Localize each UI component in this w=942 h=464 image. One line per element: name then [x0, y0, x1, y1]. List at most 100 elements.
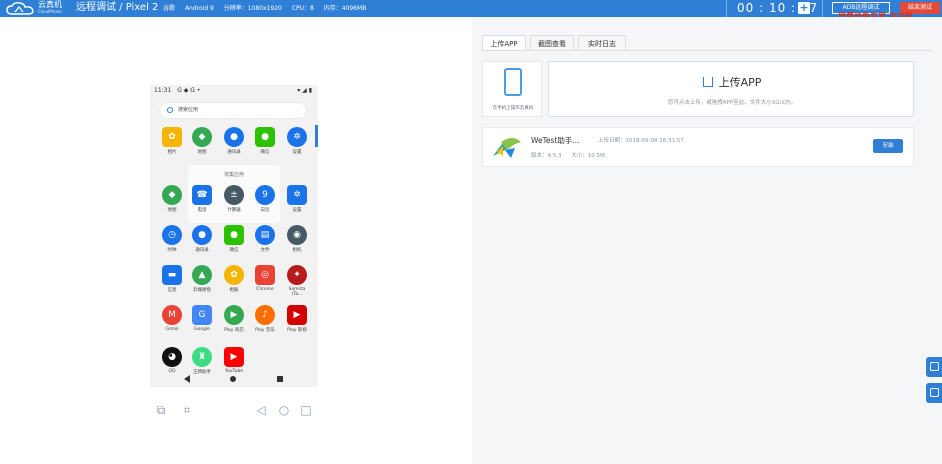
play-store-icon: ▶	[224, 305, 244, 325]
extend-time-button[interactable]: +	[798, 2, 810, 14]
app-messages[interactable]: ▬ 信息	[158, 265, 186, 293]
app-name: WeTest助手...	[531, 136, 580, 145]
folder-title: 将集应用	[223, 172, 244, 178]
app-play-store[interactable]: ▶ Play 商店	[220, 305, 248, 333]
spec-resolution: 分辨率：1080x1920	[223, 5, 282, 12]
app-label: Samsta (Ta...	[288, 287, 306, 297]
brand-subtitle: CloudPhone	[38, 9, 62, 14]
tab-live-log[interactable]: 实时日志	[578, 35, 626, 51]
app-wechat[interactable]: ● 微信	[251, 127, 279, 155]
app-size: 大小：10.5M	[571, 153, 605, 159]
app-settings[interactable]: ✲ 设置	[283, 185, 311, 213]
wechat-icon: ●	[255, 127, 275, 147]
phone-screen[interactable]: 11:31 G ◆ G • ▾ ◢ ▮ 搜索应用 将集应用 ✿ 相片 ◆ 地图 ● 通讯录…	[150, 85, 318, 387]
app-phone[interactable]: ☎ 电话	[188, 185, 216, 213]
app-label: Play 影视	[287, 328, 307, 333]
back-icon[interactable]	[184, 375, 190, 383]
app-label: 微信	[229, 248, 239, 253]
upload-dropzone[interactable]: 上传APP 您可点击上传，或拖拽APP至此。文件大小3G以内。	[548, 61, 914, 117]
edit-icon[interactable]	[926, 383, 942, 403]
recents-icon[interactable]	[277, 376, 283, 382]
app-photos[interactable]: ✿ 相片	[158, 127, 186, 155]
app-calculator[interactable]: ± 计算器	[220, 185, 248, 213]
app-label: 通讯录	[227, 150, 241, 155]
back-icon[interactable]: ◁	[254, 403, 268, 417]
upload-title: 上传APP	[549, 74, 915, 90]
tab-divider	[482, 50, 932, 51]
phone-hand-icon	[504, 68, 522, 96]
app-maps[interactable]: ◆ 地图	[158, 185, 186, 213]
install-button[interactable]: 安装	[873, 139, 903, 153]
app-maps[interactable]: ◆ 地图	[188, 127, 216, 155]
side-panel: 上传APP 截图查看 实时日志 在手机上操作云真机 上传APP 您可点击上传，或…	[472, 17, 942, 464]
app-label: Gmail	[165, 327, 179, 332]
calendar-icon: 9	[255, 185, 275, 205]
app-clock[interactable]: ◷ 时钟	[158, 225, 186, 253]
app-chrome[interactable]: ◎ Chrome	[251, 265, 279, 292]
chat-icon[interactable]	[926, 357, 942, 377]
status-time: 11:31	[154, 87, 172, 94]
tab-screenshots[interactable]: 截图查看	[530, 35, 574, 51]
app-photos[interactable]: ✿ 相册	[220, 265, 248, 293]
tab-upload-app[interactable]: 上传APP	[482, 35, 526, 51]
home-icon[interactable]: ○	[277, 403, 291, 417]
home-icon[interactable]	[230, 376, 236, 382]
app-label: 设置	[292, 208, 302, 213]
samsta-icon: ✦	[287, 265, 307, 285]
brand: 云真机 CloudPhone	[38, 0, 62, 14]
screen-record-icon[interactable]: ⌗	[180, 403, 194, 417]
app-label: 计算器	[227, 208, 241, 213]
camera-icon: ◉	[287, 225, 307, 245]
youtube-icon: ▶	[224, 347, 244, 367]
drive-icon: ▲	[192, 265, 212, 285]
app-logo-icon	[493, 138, 521, 158]
app-label: 通讯录	[195, 248, 209, 253]
phone-nav-bar	[150, 370, 318, 387]
app-play-music[interactable]: ♪ Play 音乐	[251, 305, 279, 333]
app-play-movies[interactable]: ▶ Play 影视	[283, 305, 311, 333]
app-gmail[interactable]: M Gmail	[158, 305, 186, 332]
screenshot-icon[interactable]: ⧉	[154, 403, 168, 417]
app-wechat[interactable]: ● 微信	[220, 225, 248, 253]
app-contacts[interactable]: ● 通讯录	[220, 127, 248, 155]
upload-date: 上传日期：2018-09-08 16:31:57	[598, 138, 684, 144]
page-title: 远程调试 / Pixel 2	[76, 2, 159, 13]
recents-icon[interactable]: □	[299, 403, 313, 417]
cloud-logo-icon	[6, 2, 34, 15]
app-label: 设置	[292, 150, 302, 155]
app-meta: 版本：4.5.3 大小：10.5M	[531, 151, 613, 159]
app-label: 相片	[167, 150, 177, 155]
app-settings[interactable]: ✲ 设置	[283, 127, 311, 155]
app-label: 时钟	[167, 248, 177, 253]
search-placeholder: 搜索应用	[178, 107, 199, 113]
app-label: 地图	[167, 208, 177, 213]
app-search-bar[interactable]: 搜索应用	[160, 103, 306, 118]
phone-status-bar: 11:31 G ◆ G • ▾ ◢ ▮	[150, 85, 318, 96]
brand-name: 云真机	[38, 0, 62, 9]
spec-memory: 内存：4096MB	[323, 5, 367, 12]
app-samsta[interactable]: ✦ Samsta (Ta...	[283, 265, 311, 297]
contacts-icon: ●	[224, 127, 244, 147]
uploaded-app-card: WeTest助手... 上传日期：2018-09-08 16:31:57 版本：…	[482, 127, 914, 167]
app-label: 日历	[260, 208, 270, 213]
spec-cpu: CPU：8	[291, 5, 314, 12]
app-drive[interactable]: ▲ 云端硬盘	[188, 265, 216, 293]
gmail-icon: M	[162, 305, 182, 325]
files-icon: ▤	[255, 225, 275, 245]
scroll-indicator[interactable]	[315, 125, 318, 147]
app-google[interactable]: G Google	[188, 305, 216, 332]
maps-icon: ◆	[192, 127, 212, 147]
app-contacts[interactable]: ● 通讯录	[188, 225, 216, 253]
phone-icon: ☎	[192, 185, 212, 205]
clock-icon: ◷	[162, 225, 182, 245]
app-files[interactable]: ▤ 文件	[251, 225, 279, 253]
app-camera[interactable]: ◉ 相机	[283, 225, 311, 253]
wechat-icon: ●	[224, 225, 244, 245]
status-right-icons: ▾ ◢ ▮	[297, 87, 312, 94]
app-label: 信息	[167, 288, 177, 293]
app-calendar[interactable]: 9 日历	[251, 185, 279, 213]
photos-icon: ✿	[224, 265, 244, 285]
app-label: Play 音乐	[255, 328, 275, 333]
phone-operation-hint: 在手机上操作云真机	[482, 61, 542, 117]
upload-icon	[702, 77, 713, 87]
